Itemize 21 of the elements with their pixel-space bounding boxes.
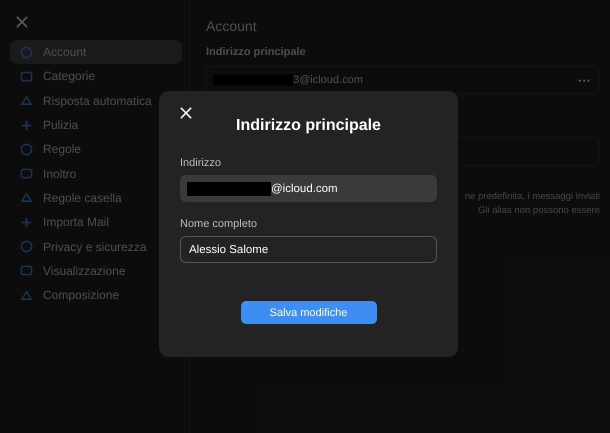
field-label: Indirizzo: [180, 157, 222, 169]
save-button[interactable]: Salva modifiche: [240, 301, 376, 324]
more-button[interactable]: ···: [578, 72, 591, 88]
page-title: Account: [206, 18, 258, 34]
input-field[interactable]: @icloud.com: [180, 175, 437, 202]
description-text: Gli alias non possono essere: [478, 204, 600, 218]
sidebar-item[interactable]: Composizione: [10, 282, 182, 308]
field-label: Nome completo: [180, 218, 258, 230]
sidebar-item[interactable]: Inoltro: [10, 161, 182, 186]
description-text: ne predefinita, i messaggi inviati: [464, 190, 600, 204]
sidebar-item[interactable]: Categorie: [10, 64, 182, 89]
sidebar-item[interactable]: Risposta automatica: [10, 88, 182, 113]
sidebar-item[interactable]: Visualizzazione: [10, 258, 182, 283]
sidebar-item[interactable]: Pulizia: [10, 112, 182, 138]
address-text: 3@icloud.com: [293, 74, 363, 86]
sidebar-item[interactable]: Regole: [10, 137, 182, 162]
sidebar-item[interactable]: Regole casella: [10, 186, 182, 210]
section-heading: Indirizzo principale: [206, 46, 307, 58]
input-field[interactable]: Alessio Salome: [180, 236, 437, 263]
dialog-title: Indirizzo principale: [235, 117, 382, 135]
sidebar-item[interactable]: Privacy e sicurezza: [10, 234, 182, 259]
